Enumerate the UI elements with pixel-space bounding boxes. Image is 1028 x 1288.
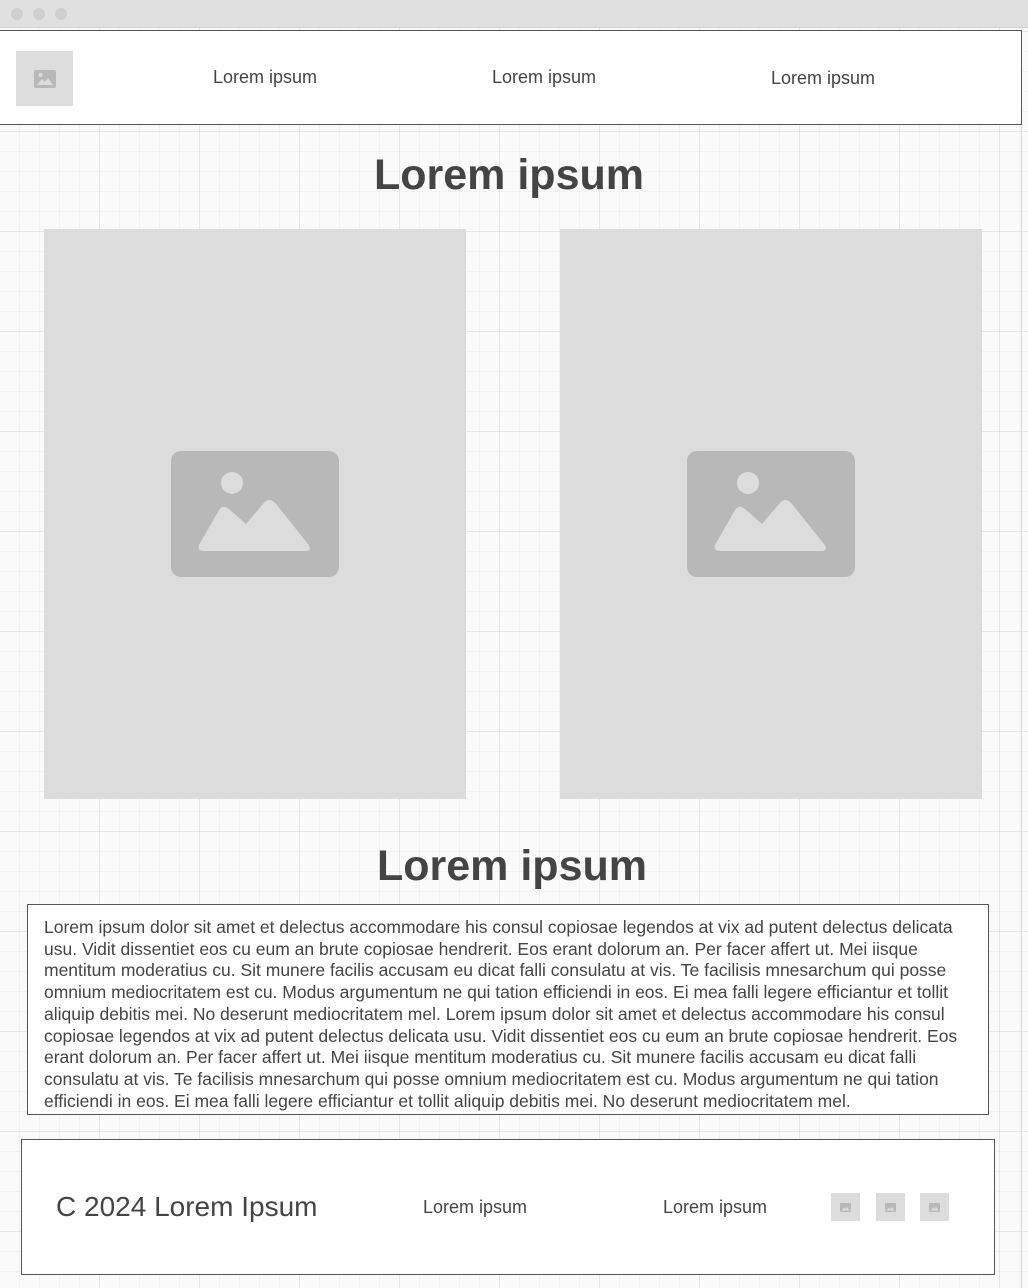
image-placeholder-icon xyxy=(687,451,855,577)
body-text: Lorem ipsum dolor sit amet et delectus a… xyxy=(44,917,958,1111)
page-edge-line xyxy=(1021,28,1022,1288)
window-maximize-dot[interactable] xyxy=(55,8,67,20)
nav-link-2[interactable]: Lorem ipsum xyxy=(492,67,596,88)
window-close-dot[interactable] xyxy=(11,8,23,20)
image-card-right[interactable] xyxy=(560,229,982,799)
section-title: Lorem ipsum xyxy=(377,842,647,890)
site-footer: C 2024 Lorem Ipsum Lorem ipsum Lorem ips… xyxy=(21,1139,995,1275)
copyright-text: C 2024 Lorem Ipsum xyxy=(56,1191,318,1222)
footer-link-2[interactable]: Lorem ipsum xyxy=(663,1197,767,1218)
nav-link-3[interactable]: Lorem ipsum xyxy=(771,68,875,89)
page-title: Lorem ipsum xyxy=(374,151,644,199)
site-header: Lorem ipsum Lorem ipsum Lorem ipsum xyxy=(0,30,1022,125)
image-placeholder-icon xyxy=(171,451,339,577)
nav-link-1[interactable]: Lorem ipsum xyxy=(213,67,317,88)
image-card-left[interactable] xyxy=(44,229,466,799)
window-minimize-dot[interactable] xyxy=(33,8,45,20)
footer-link-1[interactable]: Lorem ipsum xyxy=(423,1197,527,1218)
body-text-box: Lorem ipsum dolor sit amet et delectus a… xyxy=(27,904,989,1115)
social-link-2[interactable] xyxy=(876,1193,905,1221)
window-titlebar xyxy=(0,0,1028,28)
image-placeholder-icon xyxy=(33,69,56,88)
logo[interactable] xyxy=(16,51,73,106)
image-placeholder-icon xyxy=(929,1202,940,1212)
image-placeholder-icon xyxy=(885,1202,896,1212)
image-placeholder-icon xyxy=(840,1202,851,1212)
social-link-1[interactable] xyxy=(831,1193,860,1221)
social-link-3[interactable] xyxy=(920,1193,949,1221)
